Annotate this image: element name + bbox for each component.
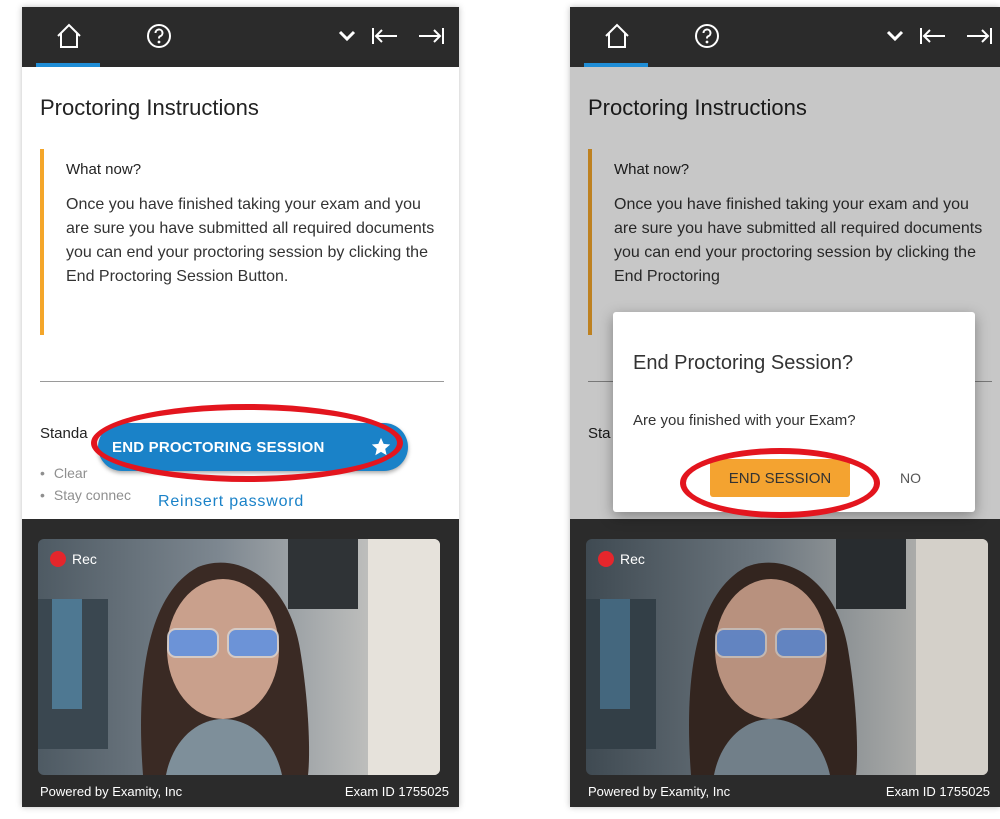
- what-now-callout: What now? Once you have finished taking …: [40, 149, 436, 335]
- webcam-preview: Rec: [586, 539, 988, 775]
- webcam-image: [38, 539, 440, 775]
- help-icon[interactable]: [142, 17, 176, 55]
- webcam-image: [586, 539, 988, 775]
- chevron-down-icon[interactable]: [882, 17, 908, 55]
- webcam-preview: Rec: [38, 539, 440, 775]
- page-title: Proctoring Instructions: [40, 95, 259, 120]
- list-item: Stay connec: [40, 484, 131, 506]
- end-proctoring-label: END PROCTORING SESSION: [112, 438, 325, 456]
- powered-by-text: Powered by Examity, Inc: [40, 784, 183, 799]
- no-button[interactable]: NO: [900, 459, 921, 497]
- exam-id-text: Exam ID 1755025: [344, 784, 449, 799]
- end-proctoring-session-button[interactable]: END PROCTORING SESSION: [98, 423, 408, 471]
- end-session-dialog: End Proctoring Session? Are you finished…: [613, 312, 975, 512]
- callout-heading: What now?: [66, 161, 142, 178]
- standards-heading: Standa: [40, 425, 88, 442]
- collapse-left-icon[interactable]: [368, 17, 402, 55]
- callout-body: Once you have finished taking your exam …: [66, 196, 435, 285]
- expand-right-icon[interactable]: [414, 17, 448, 55]
- powered-by-text: Powered by Examity, Inc: [588, 784, 731, 799]
- collapse-left-icon[interactable]: [916, 17, 950, 55]
- proctor-panel-left: Proctoring Instructions What now? Once y…: [22, 7, 459, 807]
- proctor-panel-right: Proctoring Instructions What now? Once y…: [570, 7, 1000, 807]
- exam-id-text: Exam ID 1755025: [885, 784, 990, 799]
- webcam-footer: Rec Powered by Examity, Inc Exam ID 1755…: [22, 519, 459, 807]
- webcam-footer: Rec Powered by Examity, Inc Exam ID 1755…: [570, 519, 1000, 807]
- recording-indicator: Rec: [598, 551, 645, 567]
- recording-indicator: Rec: [50, 551, 97, 567]
- divider: [40, 381, 444, 382]
- rec-label: Rec: [620, 551, 645, 567]
- end-session-button[interactable]: END SESSION: [710, 459, 850, 497]
- record-dot-icon: [50, 551, 66, 567]
- top-toolbar: [570, 7, 1000, 67]
- top-toolbar: [22, 7, 459, 67]
- chevron-down-icon[interactable]: [334, 17, 360, 55]
- expand-right-icon[interactable]: [962, 17, 996, 55]
- home-icon[interactable]: [600, 17, 634, 55]
- help-icon[interactable]: [690, 17, 724, 55]
- star-icon: [370, 436, 392, 463]
- dialog-title: End Proctoring Session?: [633, 352, 854, 374]
- rec-label: Rec: [72, 551, 97, 567]
- home-icon[interactable]: [52, 17, 86, 55]
- record-dot-icon: [598, 551, 614, 567]
- dialog-message: Are you finished with your Exam?: [633, 412, 856, 429]
- reinsert-password-link[interactable]: Reinsert password: [158, 493, 304, 511]
